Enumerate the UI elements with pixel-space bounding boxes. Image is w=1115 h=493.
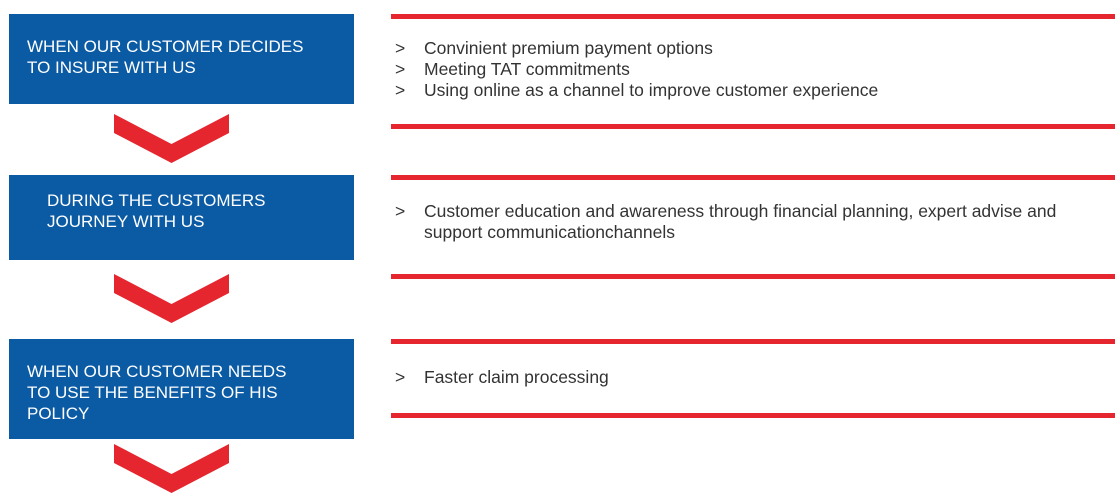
stage-title: WHEN OUR CUSTOMER NEEDS TO USE THE BENEF… [27, 362, 287, 423]
bottom-rule-2 [391, 274, 1115, 279]
list-item: > Convinient premium payment options [395, 38, 713, 58]
top-rule-1 [391, 14, 1115, 19]
list-item: > Using online as a channel to improve cu… [395, 80, 879, 100]
bullet-marker: > [395, 201, 406, 221]
stage-title: DURING THE CUSTOMERS JOURNEY WITH US [47, 191, 266, 231]
bullet-marker: > [395, 38, 406, 58]
stage-box-3: WHEN OUR CUSTOMER NEEDS TO USE THE BENEF… [9, 339, 354, 439]
list-item: > Faster claim processing [395, 367, 609, 387]
stage-box-1: WHEN OUR CUSTOMER DECIDES TO INSURE WITH… [9, 14, 354, 104]
bullet-marker: > [395, 80, 406, 100]
item-list-2: > Customer education and awareness throug… [395, 201, 1110, 243]
down-chevron-icon [114, 114, 229, 163]
item-list-3: > Faster claim processing [395, 367, 609, 388]
top-rule-3 [391, 339, 1115, 344]
bullet-marker: > [395, 59, 406, 79]
list-item: > Meeting TAT commitments [395, 59, 630, 79]
down-chevron-icon [114, 444, 229, 493]
down-chevron-icon [114, 274, 229, 323]
top-rule-2 [391, 175, 1115, 180]
bottom-rule-3 [391, 413, 1115, 418]
bottom-rule-1 [391, 124, 1115, 129]
bullet-marker: > [395, 367, 406, 387]
item-list-1: > Convinient premium payment options > Mee… [395, 38, 878, 101]
stage-box-2: DURING THE CUSTOMERS JOURNEY WITH US [9, 175, 354, 260]
list-item: > Customer education and awareness throug… [395, 201, 1057, 242]
stage-title: WHEN OUR CUSTOMER DECIDES TO INSURE WITH… [27, 37, 304, 77]
